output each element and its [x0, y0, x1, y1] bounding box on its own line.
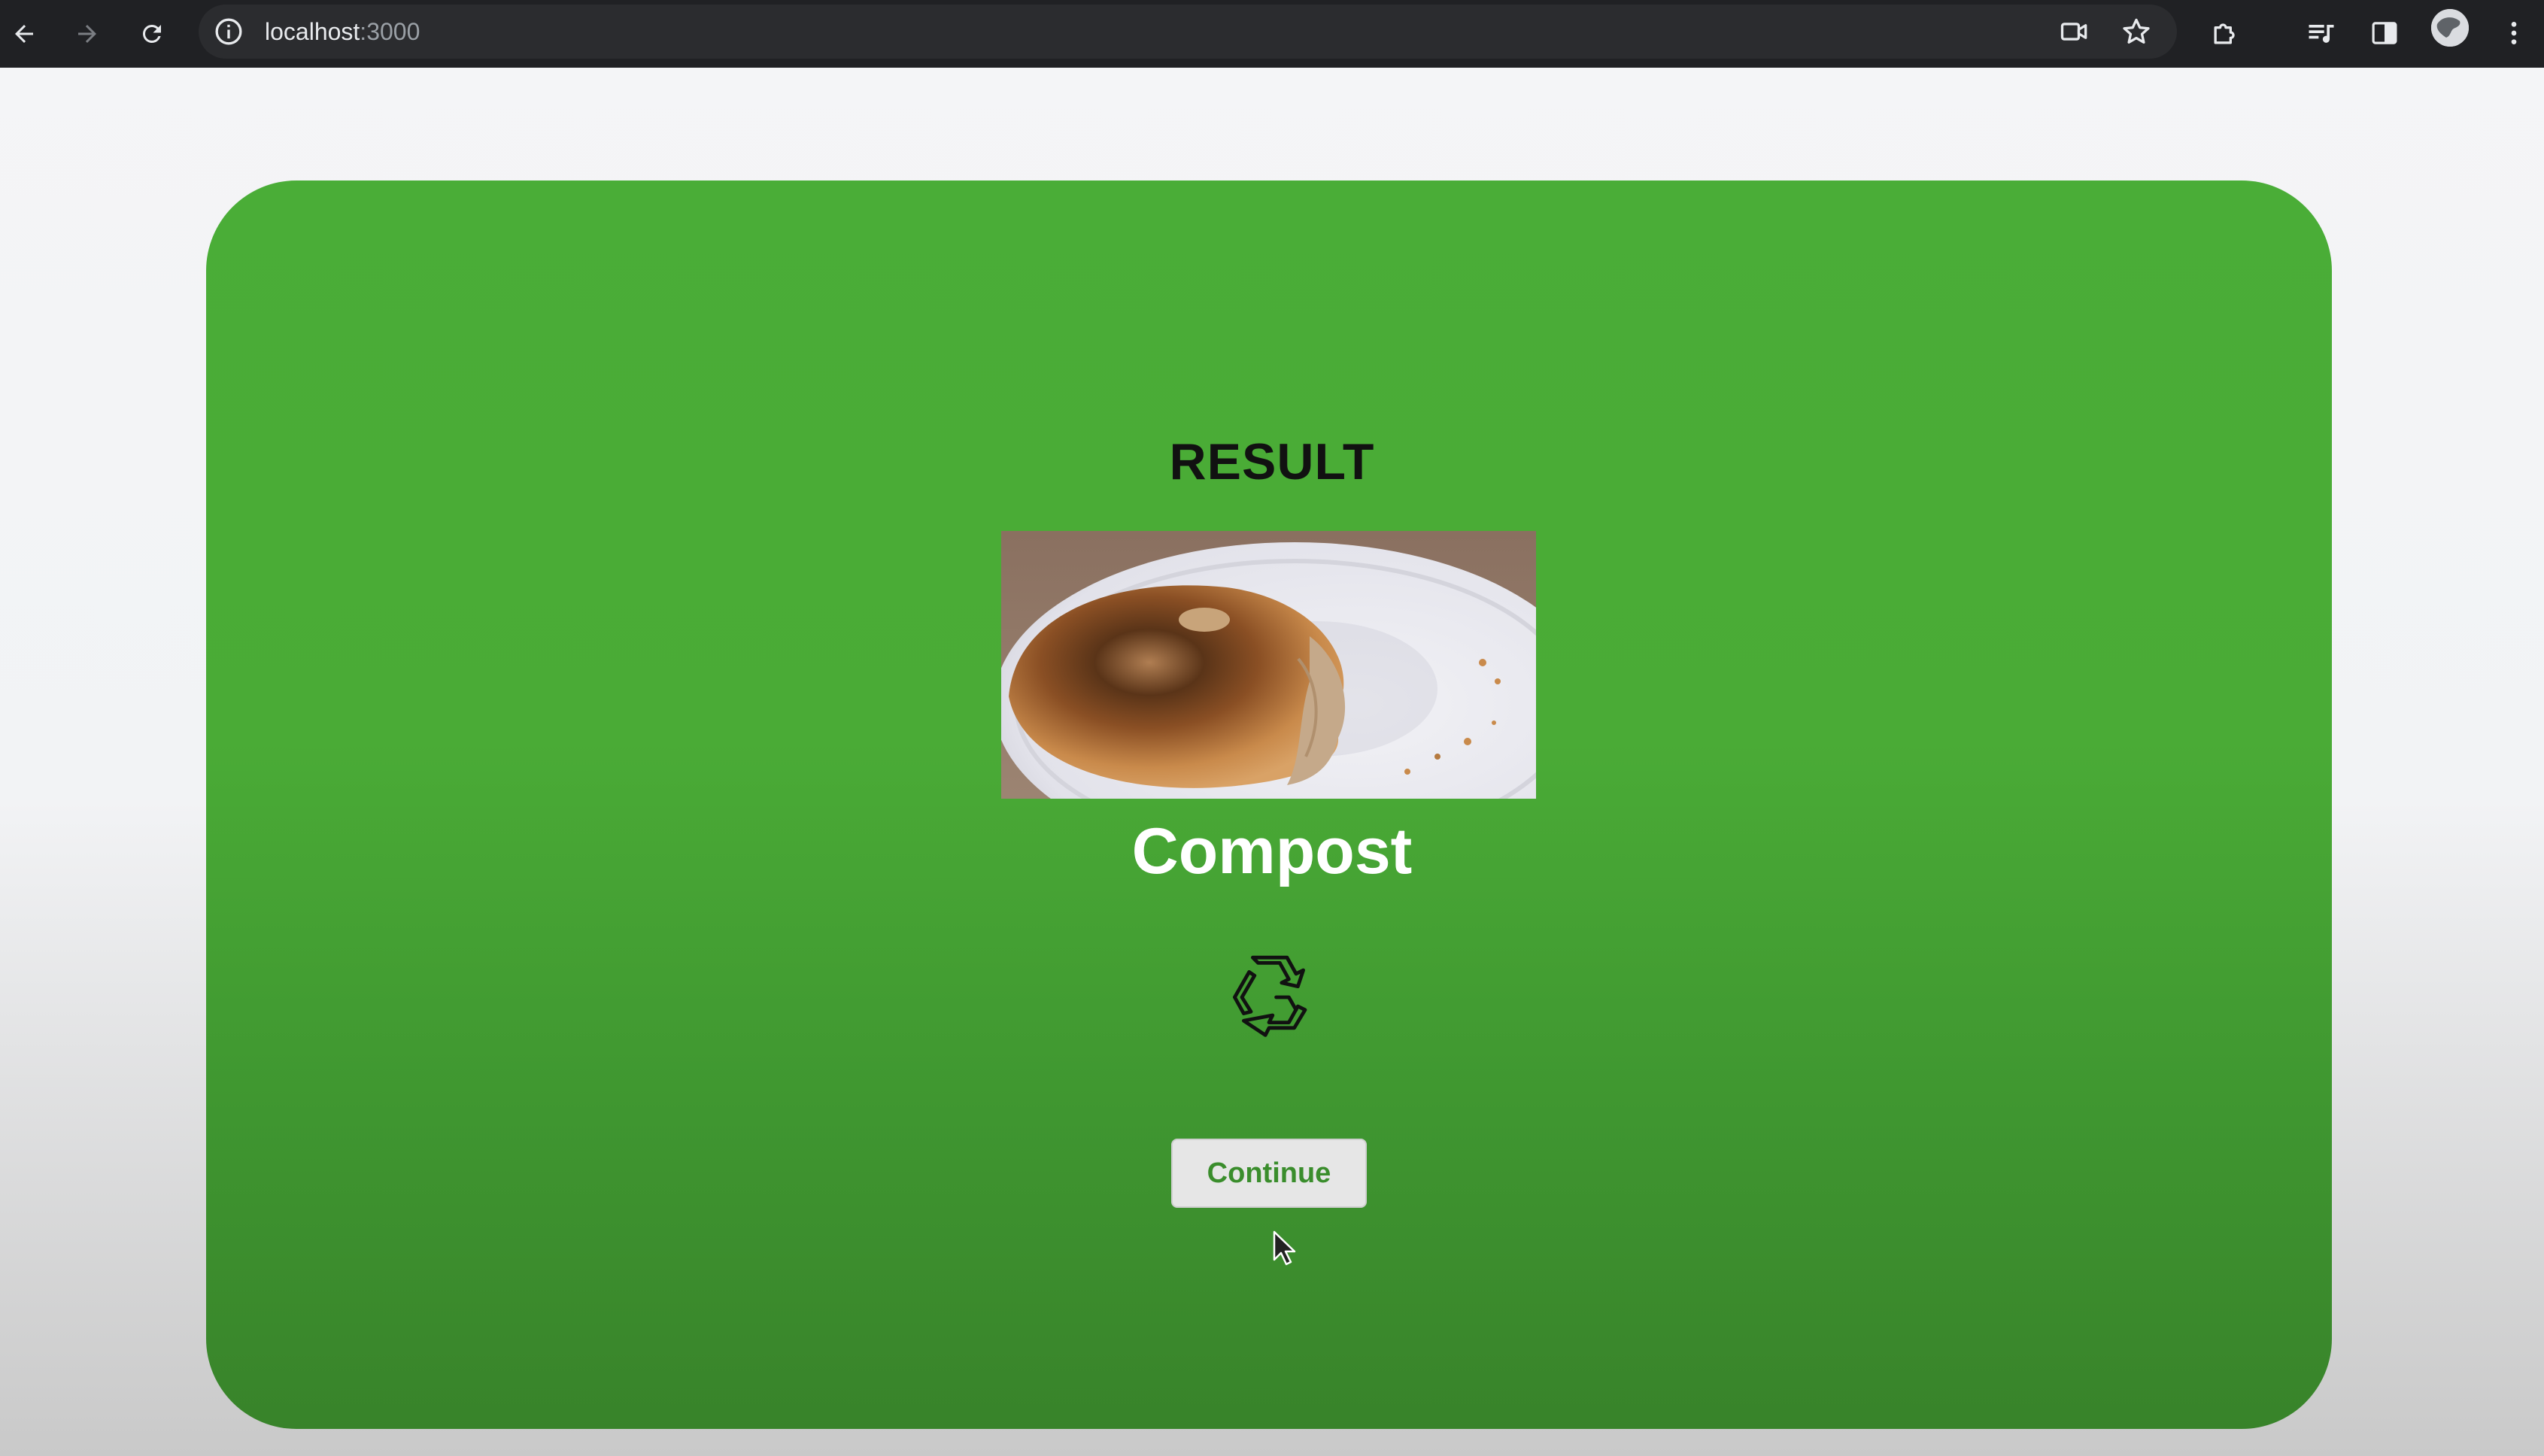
back-arrow-icon [15, 25, 33, 43]
side-panel-button[interactable] [2362, 11, 2407, 56]
playlist-icon [2309, 25, 2334, 43]
media-control-button[interactable] [2299, 11, 2344, 56]
url-port: :3000 [360, 18, 420, 45]
extensions-button[interactable] [2202, 11, 2248, 56]
reload-icon [142, 24, 161, 43]
menu-button[interactable] [2491, 11, 2536, 56]
reload-button[interactable] [129, 11, 175, 56]
browser-toolbar: localhost:3000 [0, 0, 2544, 68]
bagel-photo-image [1001, 531, 1536, 799]
kebab-menu-icon [2511, 22, 2517, 44]
camera-icon[interactable] [2058, 15, 2091, 48]
address-bar[interactable]: localhost:3000 [199, 5, 2177, 59]
url-host: localhost [265, 18, 360, 45]
puzzle-icon [2214, 23, 2235, 44]
forward-button[interactable] [65, 11, 110, 56]
avatar-icon [2431, 9, 2469, 47]
forward-arrow-icon [78, 25, 96, 43]
recycle-icon [1233, 955, 1307, 1037]
back-button[interactable] [2, 11, 47, 56]
url-text[interactable]: localhost:3000 [265, 5, 420, 59]
result-photo [1001, 531, 1536, 799]
result-heading: RESULT [1169, 433, 1375, 490]
continue-button[interactable]: Continue [1171, 1139, 1367, 1208]
profile-avatar[interactable] [2431, 9, 2469, 47]
mouse-cursor-icon [1273, 1230, 1296, 1266]
result-card [206, 180, 2332, 1429]
site-info-icon[interactable] [214, 17, 244, 47]
side-panel-icon [2372, 22, 2397, 44]
result-category-label: Compost [1131, 815, 1413, 887]
bookmark-star-icon[interactable] [2120, 15, 2153, 48]
